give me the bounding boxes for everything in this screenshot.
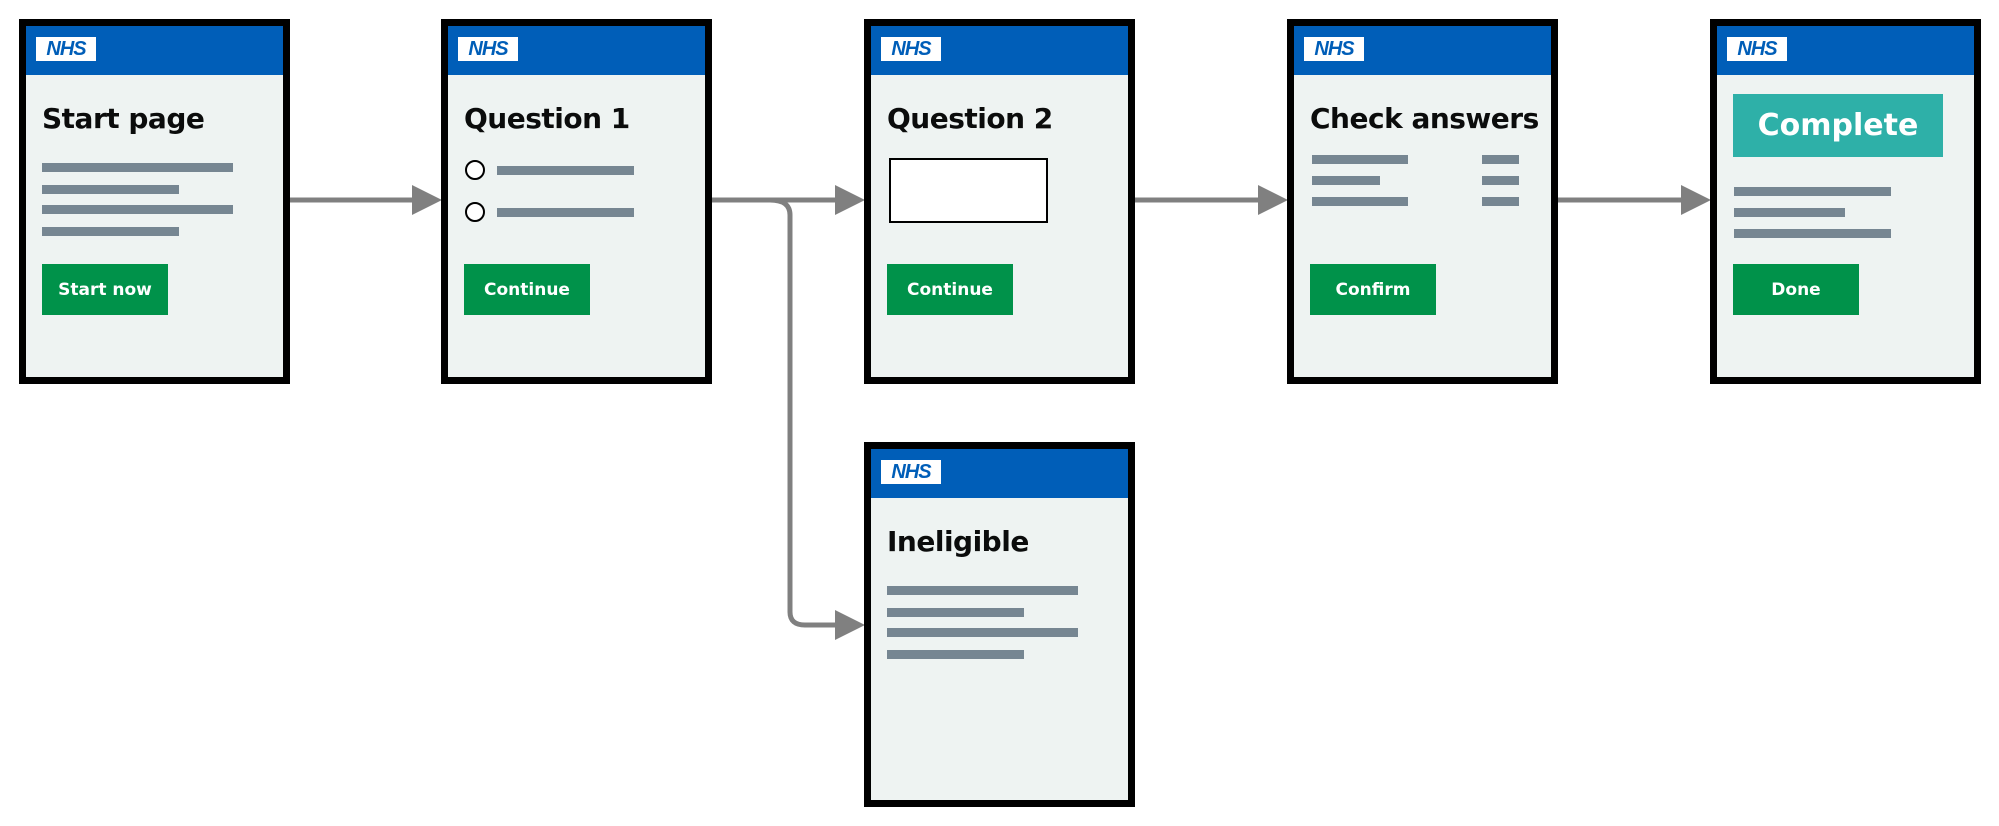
text-line <box>42 163 233 172</box>
done-button[interactable]: Done <box>1733 264 1859 315</box>
answer-label-line <box>1312 155 1408 164</box>
nhs-header: NHS <box>1294 26 1551 75</box>
card-start-page: NHS Start page Start now <box>19 19 290 384</box>
confirm-button[interactable]: Confirm <box>1310 264 1436 315</box>
page-title: Question 1 <box>464 102 630 135</box>
nhs-header: NHS <box>448 26 705 75</box>
page-title: Ineligible <box>887 525 1029 558</box>
nhs-logo: NHS <box>458 37 518 61</box>
card-check-answers: NHS Check answers Confirm <box>1287 19 1558 384</box>
text-line <box>887 628 1078 637</box>
answer-value-line <box>1482 176 1519 185</box>
text-line <box>42 205 233 214</box>
answer-value-line <box>1482 197 1519 206</box>
card-question-2: NHS Question 2 Continue <box>864 19 1135 384</box>
text-line <box>42 185 179 194</box>
nhs-header: NHS <box>1717 26 1974 75</box>
radio-option-1[interactable] <box>465 160 485 180</box>
text-line <box>887 608 1024 617</box>
continue-button[interactable]: Continue <box>887 264 1013 315</box>
text-line <box>497 208 634 217</box>
text-line <box>497 166 634 175</box>
page-title: Check answers <box>1310 102 1539 135</box>
answer-label-line <box>1312 176 1380 185</box>
nhs-logo: NHS <box>881 460 941 484</box>
text-line <box>42 227 179 236</box>
text-line <box>1734 187 1891 196</box>
answer-value-line <box>1482 155 1519 164</box>
card-complete: NHS Complete Done <box>1710 19 1981 384</box>
page-title: Start page <box>42 102 205 135</box>
nhs-header: NHS <box>26 26 283 75</box>
nhs-logo: NHS <box>1727 37 1787 61</box>
text-line <box>887 586 1078 595</box>
continue-button[interactable]: Continue <box>464 264 590 315</box>
nhs-header: NHS <box>871 449 1128 498</box>
nhs-logo: NHS <box>881 37 941 61</box>
arrow-q1-to-ineligible <box>769 197 865 640</box>
text-input[interactable] <box>889 158 1048 223</box>
text-line <box>887 650 1024 659</box>
nhs-logo: NHS <box>36 37 96 61</box>
radio-option-2[interactable] <box>465 202 485 222</box>
card-question-1: NHS Question 1 Continue <box>441 19 712 384</box>
card-ineligible: NHS Ineligible <box>864 442 1135 807</box>
start-now-button[interactable]: Start now <box>42 264 168 315</box>
text-line <box>1734 229 1891 238</box>
text-line <box>1734 208 1845 217</box>
answer-label-line <box>1312 197 1408 206</box>
complete-panel: Complete <box>1733 94 1943 157</box>
nhs-logo: NHS <box>1304 37 1364 61</box>
page-title: Question 2 <box>887 102 1053 135</box>
nhs-header: NHS <box>871 26 1128 75</box>
